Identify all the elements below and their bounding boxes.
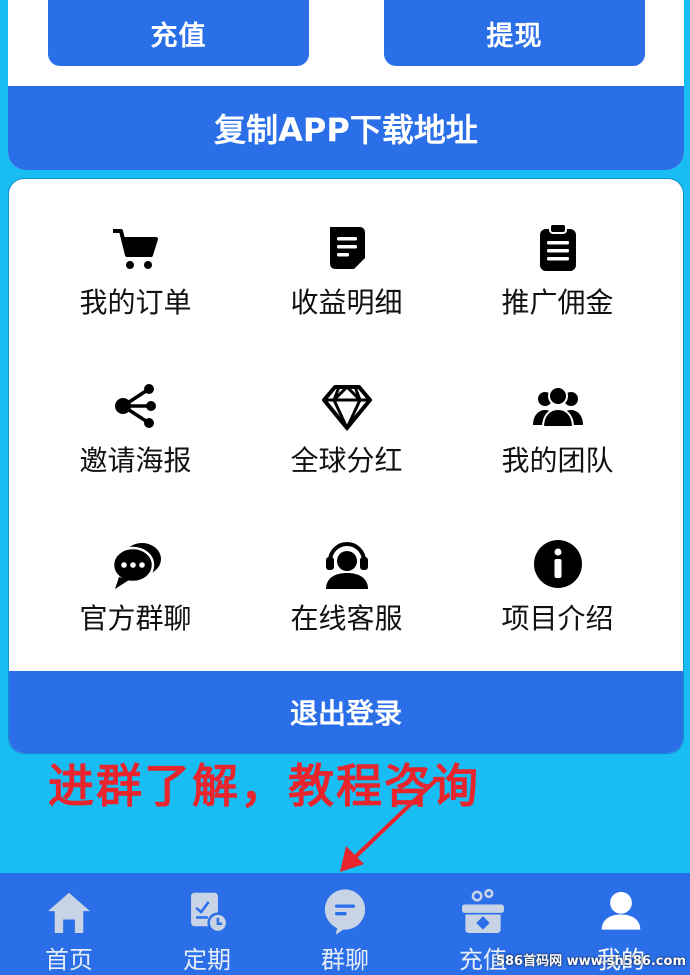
menu-item-online-support[interactable]: 在线客服 <box>234 495 459 645</box>
team-icon <box>532 386 583 428</box>
menu-item-earnings-detail[interactable]: 收益明细 <box>234 179 459 329</box>
menu-item-invite-poster[interactable]: 邀请海报 <box>23 337 248 487</box>
nav-group-chat[interactable]: 群聊 <box>276 873 414 975</box>
nav-label: 群聊 <box>321 946 369 974</box>
cart-icon <box>112 229 158 269</box>
menu-item-label: 项目介绍 <box>501 602 614 635</box>
menu-item-my-team[interactable]: 我的团队 <box>445 337 670 487</box>
menu-item-label: 推广佣金 <box>501 286 614 319</box>
menu-item-label: 在线客服 <box>290 602 403 635</box>
menu-grid: 我的订单 收益明细 推广佣金 邀请海报 全球分红 我的团队 官方群聊 在线客服 … <box>9 179 683 673</box>
chat-icon <box>324 889 366 935</box>
nav-home[interactable]: 首页 <box>0 873 138 975</box>
menu-item-label: 我的团队 <box>501 444 614 477</box>
menu-item-label: 我的订单 <box>79 286 192 319</box>
menu-item-official-group-chat[interactable]: 官方群聊 <box>23 495 248 645</box>
menu-item-promotion-commission[interactable]: 推广佣金 <box>445 179 670 329</box>
menu-item-label: 官方群聊 <box>79 602 192 635</box>
headset-icon <box>325 542 368 589</box>
bottom-navigation: 首页 定期 群聊 充值 我的 586首码网 www.sh586.com <box>0 873 690 975</box>
menu-item-project-intro[interactable]: 项目介绍 <box>445 495 670 645</box>
menu-item-my-orders[interactable]: 我的订单 <box>23 179 248 329</box>
menu-item-global-dividend[interactable]: 全球分红 <box>234 337 459 487</box>
document-icon <box>329 227 365 269</box>
recharge-icon <box>462 888 504 933</box>
account-actions-card: 充值 提现 复制APP下载地址 <box>8 0 684 170</box>
schedule-icon <box>191 892 229 934</box>
nav-schedule[interactable]: 定期 <box>138 873 276 975</box>
logout-button[interactable]: 退出登录 <box>9 671 683 753</box>
annotation-text: 进群了解，教程咨询 <box>48 759 480 813</box>
withdraw-button[interactable]: 提现 <box>384 0 645 66</box>
info-icon <box>533 540 582 588</box>
clipboard-icon <box>539 223 576 271</box>
share-icon <box>114 384 156 428</box>
user-icon <box>601 891 641 930</box>
menu-card: 我的订单 收益明细 推广佣金 邀请海报 全球分红 我的团队 官方群聊 在线客服 … <box>8 178 684 754</box>
copy-app-download-button[interactable]: 复制APP下载地址 <box>8 86 684 170</box>
menu-item-label: 邀请海报 <box>79 444 192 477</box>
nav-label: 首页 <box>45 946 93 974</box>
menu-item-label: 收益明细 <box>290 286 403 319</box>
recharge-button[interactable]: 充值 <box>48 0 309 66</box>
chat-bubbles-icon <box>111 543 161 589</box>
diamond-icon <box>321 384 372 432</box>
menu-item-label: 全球分红 <box>290 444 403 477</box>
nav-label: 定期 <box>183 946 231 974</box>
watermark: 586首码网 www.sh586.com <box>495 954 686 969</box>
home-icon <box>48 892 90 933</box>
